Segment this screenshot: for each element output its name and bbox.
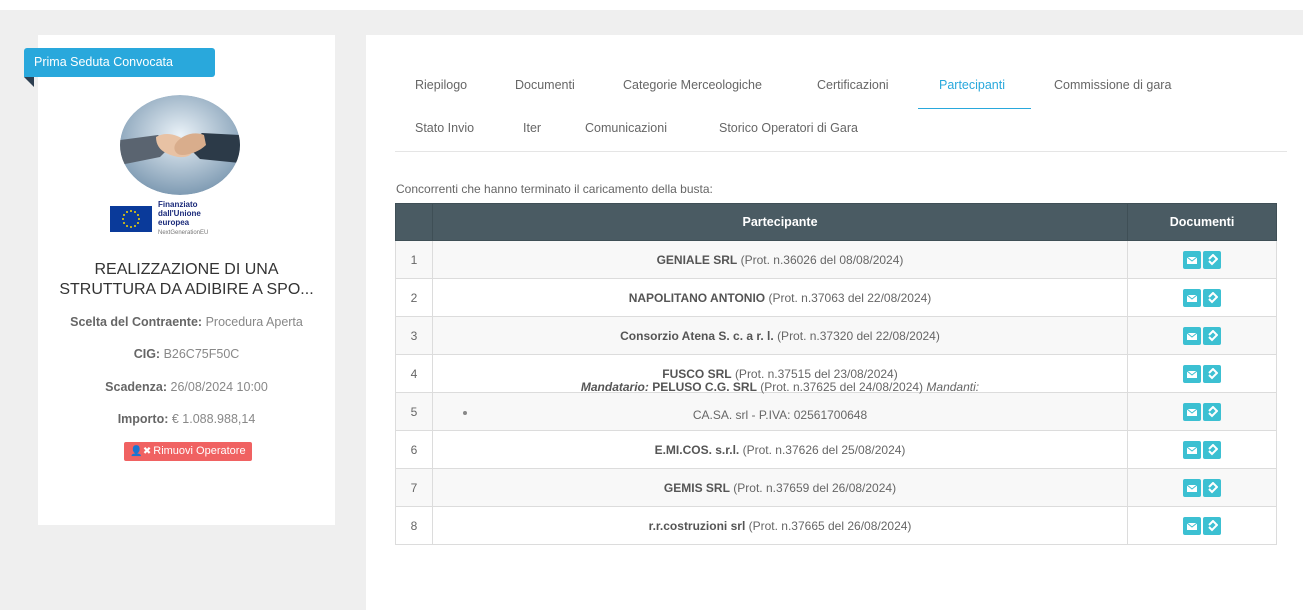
email-button[interactable] [1183,326,1201,345]
attachment-button[interactable] [1203,288,1221,307]
envelope-icon [1186,522,1198,530]
user-times-icon: 👤✖ [130,446,152,457]
documents-cell [1127,240,1277,279]
attachment-button[interactable] [1203,364,1221,383]
tab-riepilogo[interactable]: Riepilogo [415,78,467,92]
row-number: 1 [395,240,433,279]
table-row: 5 Mandatario: PELUSO C.G. SRL (Prot. n.3… [395,380,1277,431]
ribbon-fold [24,77,34,87]
table-row: 2 NAPOLITANO ANTONIO (Prot. n.37063 del … [395,278,1277,317]
mandante-item: CA.SA. srl - P.IVA: 02561700648 [692,407,868,422]
row-number: 5 [395,392,433,431]
header-partecipante: Partecipante [432,203,1128,241]
table-row: 1 GENIALE SRL (Prot. n.36026 del 08/08/2… [395,240,1277,279]
documents-cell [1127,430,1277,469]
table-header: Partecipante Documenti [395,203,1277,241]
handshake-icon [120,95,240,195]
participant-cell: E.MI.COS. s.r.l. (Prot. n.37626 del 25/0… [432,430,1128,469]
tender-title: REALIZZAZIONE DI UNA STRUTTURA DA ADIBIR… [59,261,314,298]
documents-cell [1127,468,1277,507]
paperclip-icon [1208,443,1218,455]
deadline: Scadenza: 26/08/2024 10:00 [105,380,268,394]
row-number: 8 [395,506,433,545]
email-button[interactable] [1183,478,1201,497]
header-documenti: Documenti [1127,203,1277,241]
participant-cell: GEMIS SRL (Prot. n.37659 del 26/08/2024) [432,468,1128,507]
tab-partecipanti[interactable]: Partecipanti [939,78,1005,92]
eu-logo-text: Finanziato dall'Unione europea NextGener… [158,200,209,236]
row-number: 7 [395,468,433,507]
table-row: 7 GEMIS SRL (Prot. n.37659 del 26/08/202… [395,468,1277,507]
attachment-button[interactable] [1203,250,1221,269]
row-number: 4 [395,354,433,393]
documents-cell [1127,354,1277,393]
active-tab-indicator [918,108,1031,109]
email-button[interactable] [1183,440,1201,459]
table-row: 8 r.r.costruzioni srl (Prot. n.37665 del… [395,506,1277,545]
paperclip-icon [1208,253,1218,265]
participant-cell: Consorzio Atena S. c. a r. l. (Prot. n.3… [432,316,1128,355]
tab-commissione-di-gara[interactable]: Commissione di gara [1054,78,1171,92]
participant-cell: r.r.costruzioni srl (Prot. n.37665 del 2… [432,506,1128,545]
attachment-button[interactable] [1203,516,1221,535]
row-number: 6 [395,430,433,469]
envelope-icon [1186,332,1198,340]
envelope-icon [1186,370,1198,378]
participant-cell: NAPOLITANO ANTONIO (Prot. n.37063 del 22… [432,278,1128,317]
table-row: 6 E.MI.COS. s.r.l. (Prot. n.37626 del 25… [395,430,1277,469]
tab-certificazioni[interactable]: Certificazioni [817,78,889,92]
paperclip-icon [1208,405,1218,417]
email-button[interactable] [1183,250,1201,269]
attachment-button[interactable] [1203,440,1221,459]
procedure-type: Scelta del Contraente: Procedura Aperta [70,315,303,329]
tab-stato-invio[interactable]: Stato Invio [415,121,474,135]
email-button[interactable] [1183,402,1201,421]
paperclip-icon [1208,367,1218,379]
eu-funding-logo: Finanziato dall'Unione europea NextGener… [110,200,220,236]
tab-documenti[interactable]: Documenti [515,78,575,92]
paperclip-icon [1208,519,1218,531]
tab-iter[interactable]: Iter [523,121,541,135]
attachment-button[interactable] [1203,326,1221,345]
remove-operator-button[interactable]: 👤✖ Rimuovi Operatore [124,442,252,461]
documents-cell [1127,506,1277,545]
tab-categorie-merceologiche[interactable]: Categorie Merceologiche [623,78,762,92]
envelope-icon [1186,256,1198,264]
email-button[interactable] [1183,516,1201,535]
documents-cell [1127,316,1277,355]
envelope-icon [1186,446,1198,454]
documents-cell [1127,392,1277,431]
cig-code: CIG: B26C75F50C [133,347,240,361]
participant-cell: GENIALE SRL (Prot. n.36026 del 08/08/202… [432,240,1128,279]
paperclip-icon [1208,481,1218,493]
amount: Importo: € 1.088.988,14 [117,412,256,426]
documents-cell [1127,278,1277,317]
envelope-icon [1186,408,1198,416]
email-button[interactable] [1183,288,1201,307]
mandatario-line: Mandatario: PELUSO C.G. SRL (Prot. n.376… [580,379,980,394]
email-button[interactable] [1183,364,1201,383]
paperclip-icon [1208,329,1218,341]
envelope-icon [1186,484,1198,492]
eu-flag-icon [110,206,152,232]
tab-comunicazioni[interactable]: Comunicazioni [585,121,667,135]
envelope-icon [1186,294,1198,302]
tab-storico-operatori[interactable]: Storico Operatori di Gara [719,121,858,135]
paperclip-icon [1208,291,1218,303]
mandanti-list: CA.SA. srl - P.IVA: 02561700648 [433,408,1127,422]
table-caption: Concorrenti che hanno terminato il caric… [396,182,713,196]
tabs-divider [395,151,1287,152]
attachment-button[interactable] [1203,478,1221,497]
status-badge: Prima Seduta Convocata [24,48,215,77]
table-row: 3 Consorzio Atena S. c. a r. l. (Prot. n… [395,316,1277,355]
top-strip [0,0,1303,10]
row-number: 2 [395,278,433,317]
tender-image [120,95,240,195]
header-num [395,203,433,241]
attachment-button[interactable] [1203,402,1221,421]
participants-table: Partecipante Documenti 1 GENIALE SRL (Pr… [395,203,1277,545]
participant-cell: Mandatario: PELUSO C.G. SRL (Prot. n.376… [432,380,1128,431]
row-number: 3 [395,316,433,355]
bullet [463,410,467,415]
